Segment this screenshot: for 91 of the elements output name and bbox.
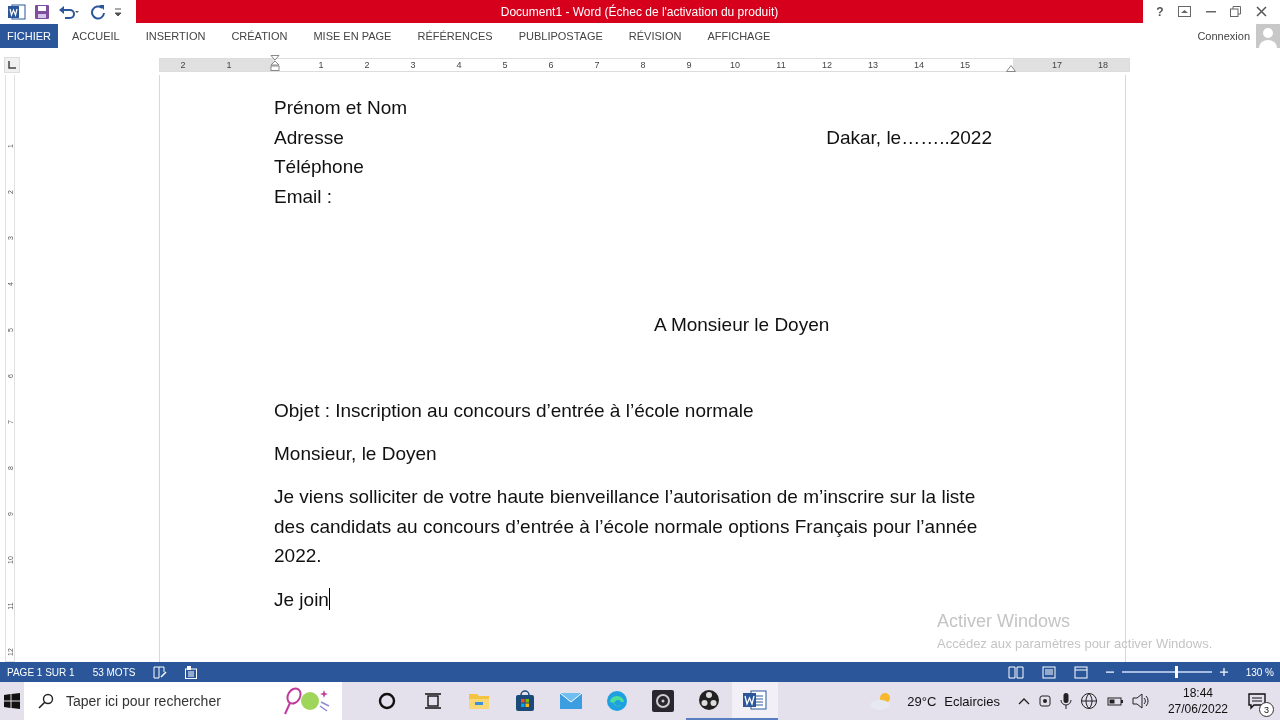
body-paragraph: Je viens solliciter de votre haute bienveillance l’autorisation de m’inscrire sur la liste des candidats au concours d’entrée à l’école normale options Français pour l’année 2022. <box>274 485 979 568</box>
notification-icon[interactable] <box>1248 692 1266 710</box>
indent-marker-icon[interactable] <box>1006 65 1016 72</box>
macro-icon[interactable] <box>185 665 198 679</box>
ribbon-display-icon[interactable] <box>1178 6 1192 17</box>
ribbon-tab[interactable]: MISE EN PAGE <box>300 24 405 48</box>
weather-condition[interactable]: Eclaircies <box>944 693 1000 709</box>
activation-message: Accédez aux paramètres pour activer Windows. <box>937 636 1213 651</box>
zoom-slider-thumb[interactable] <box>1174 666 1178 678</box>
subject-line: Objet : Inscription au concours d’entrée à l’école normale <box>274 399 754 423</box>
ruler-number: 12 <box>822 60 832 70</box>
activation-title: Activer Windows <box>937 611 1071 632</box>
ribbon-tab[interactable]: CRÉATION <box>218 24 301 48</box>
ruler-number: 4 <box>456 60 462 70</box>
indent-marker-icon[interactable] <box>270 55 280 71</box>
ruler-number: 1 <box>226 60 232 70</box>
search-bar[interactable]: Taper ici pour rechercher <box>24 682 342 720</box>
ribbon-tab[interactable]: RÉFÉRENCES <box>404 24 506 48</box>
sender-line: Email : <box>274 184 333 209</box>
browser-icon <box>606 690 628 712</box>
page-count[interactable]: PAGE 1 SUR 1 <box>7 666 75 678</box>
ruler-number: 5 <box>502 60 508 70</box>
envelope-icon <box>559 692 583 710</box>
temperature[interactable]: 29°C <box>907 693 937 709</box>
speaker-icon[interactable] <box>1131 693 1150 709</box>
ribbon-tab[interactable]: AFFICHAGE <box>694 24 784 48</box>
ruler-number: 10 <box>730 60 740 70</box>
film-reel-icon <box>652 690 674 712</box>
tab-stop-icon <box>8 61 16 69</box>
ruler-number: 8 <box>640 60 646 70</box>
undo-icon[interactable] <box>58 3 82 20</box>
task-view-icon <box>423 691 443 711</box>
close-icon[interactable] <box>1255 6 1267 17</box>
ruler-number: 2 <box>180 60 186 70</box>
sender-line: Prénom et Nom <box>274 96 408 120</box>
ruler-number: 6 <box>548 60 554 70</box>
window-title: Document1 - Word (Échec de l'activation du produit) <box>500 4 779 19</box>
body-line: Je join <box>274 587 329 612</box>
network-icon[interactable] <box>1079 692 1098 710</box>
minimize-icon[interactable] <box>1205 10 1216 13</box>
ruler-number: 17 <box>1052 60 1062 70</box>
word-logo-icon <box>743 690 767 710</box>
web-layout-icon[interactable] <box>1073 665 1088 679</box>
ruler-number: 15 <box>960 60 970 70</box>
ruler-number: 9 <box>686 60 692 70</box>
word-logo-icon <box>8 3 26 20</box>
text-cursor <box>328 588 330 610</box>
sender-line: Téléphone <box>274 155 364 179</box>
ribbon-tab[interactable]: RÉVISION <box>615 24 695 48</box>
ruler-number: 13 <box>868 60 878 70</box>
circle-icon <box>377 691 397 711</box>
sign-in-link[interactable]: Connexion <box>1197 30 1250 42</box>
chevron-up-icon[interactable] <box>1017 697 1030 705</box>
search-icon <box>38 693 54 709</box>
help-button[interactable]: ? <box>1156 4 1164 19</box>
date-line: Dakar, le……..2022 <box>826 125 992 150</box>
ruler-number: 11 <box>776 60 786 70</box>
taskbar-button[interactable] <box>732 682 778 720</box>
ribbon-tab[interactable]: PUBLIPOSTAGE <box>505 24 616 48</box>
recorder-icon <box>698 689 720 711</box>
ribbon-tab[interactable]: ACCUEIL <box>59 24 133 48</box>
battery-icon[interactable] <box>1105 694 1124 708</box>
shopping-bag-icon <box>514 690 536 712</box>
clock[interactable]: 18:44 27/06/2022 <box>1167 685 1228 717</box>
restore-icon[interactable] <box>1230 6 1242 17</box>
search-input[interactable]: Taper ici pour rechercher <box>64 692 272 710</box>
salutation-line: Monsieur, le Doyen <box>274 442 437 466</box>
camera-icon[interactable] <box>1037 693 1052 709</box>
folder-icon <box>468 691 490 711</box>
tab-selector[interactable] <box>4 57 20 73</box>
ruler-number: 2 <box>364 60 370 70</box>
recipient-line: A Monsieur le Doyen <box>654 313 830 337</box>
customize-icon[interactable] <box>114 5 122 18</box>
save-icon[interactable] <box>34 3 50 20</box>
notification-badge: 3 <box>1259 702 1274 717</box>
ruler-number: 3 <box>410 60 416 70</box>
redo-icon[interactable] <box>90 3 106 20</box>
microphone-icon[interactable] <box>1059 692 1072 710</box>
ruler-number: 7 <box>594 60 600 70</box>
ruler-number: 1 <box>318 60 324 70</box>
zoom-in-icon[interactable] <box>1219 668 1228 676</box>
print-layout-icon[interactable] <box>1041 665 1056 679</box>
read-mode-icon[interactable] <box>1007 665 1024 679</box>
word-count[interactable]: 53 MOTS <box>92 666 136 678</box>
proofing-icon[interactable] <box>153 665 168 679</box>
ruler-number: 14 <box>914 60 924 70</box>
sender-line: Adresse <box>274 125 344 150</box>
zoom-level[interactable]: 130 % <box>1245 666 1274 678</box>
ruler-number: 18 <box>1098 60 1108 70</box>
ribbon-tab[interactable]: INSERTION <box>132 24 219 48</box>
start-icon[interactable] <box>4 693 20 709</box>
